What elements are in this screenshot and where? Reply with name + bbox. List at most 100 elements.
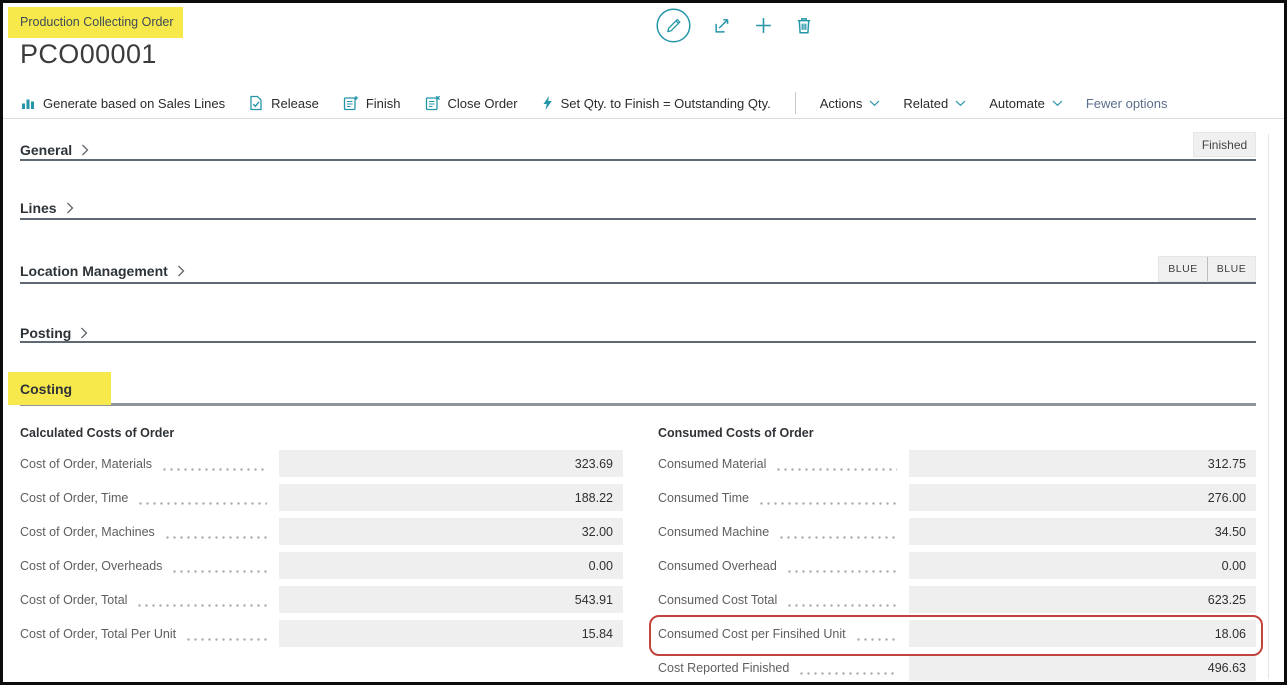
fewer-options-button[interactable]: Fewer options	[1086, 96, 1168, 111]
dotted-leader	[778, 536, 897, 539]
close-order-button[interactable]: Close Order	[424, 95, 518, 111]
dotted-leader	[185, 638, 267, 641]
release-button[interactable]: Release	[248, 95, 319, 111]
system-icon-bar	[656, 6, 813, 44]
dotted-leader	[775, 468, 897, 471]
field-row-cost-reported-finished: Cost Reported Finished 496.63	[658, 654, 1256, 681]
field-row-consumed-cost-per-finished-unit: Consumed Cost per Finsihed Unit 18.06	[658, 620, 1256, 647]
set-qty-to-finish-button[interactable]: Set Qty. to Finish = Outstanding Qty.	[541, 95, 771, 111]
field-label: Consumed Cost Total	[658, 593, 777, 607]
field-label: Cost of Order, Materials	[20, 457, 152, 471]
dotted-leader	[786, 570, 897, 573]
field-row-consumed-overhead: Consumed Overhead 0.00	[658, 552, 1256, 579]
generate-based-on-sales-lines-button[interactable]: Generate based on Sales Lines	[20, 95, 225, 111]
field-value[interactable]: 323.69	[279, 450, 623, 477]
field-value[interactable]: 0.00	[909, 552, 1256, 579]
section-rule	[20, 341, 1256, 343]
action-label: Generate based on Sales Lines	[43, 96, 225, 111]
field-value[interactable]: 188.22	[279, 484, 623, 511]
field-label: Consumed Overhead	[658, 559, 777, 573]
field-label: Cost Reported Finished	[658, 661, 789, 675]
costing-section-rule	[20, 403, 1256, 406]
document-check-icon	[248, 95, 264, 111]
section-header-location-management[interactable]: Location Management	[20, 263, 185, 279]
actions-menu[interactable]: Actions	[820, 96, 881, 111]
section-header-costing[interactable]: Costing	[20, 381, 72, 397]
consumed-costs-column: Consumed Material 312.75 Consumed Time 2…	[658, 450, 1256, 685]
location-badges: BLUE BLUE	[1158, 256, 1256, 282]
chevron-right-icon	[80, 327, 88, 339]
section-label: Costing	[20, 381, 72, 397]
field-value[interactable]: 32.00	[279, 518, 623, 545]
menu-label: Related	[903, 96, 948, 111]
field-label: Cost of Order, Machines	[20, 525, 155, 539]
field-value[interactable]: 18.06	[909, 620, 1256, 647]
dotted-leader	[171, 570, 267, 573]
group-heading-consumed-costs: Consumed Costs of Order	[658, 426, 814, 440]
section-rule	[20, 282, 1256, 284]
dotted-leader	[137, 502, 267, 505]
location-badge-blue: BLUE	[1159, 257, 1207, 281]
action-label: Finish	[366, 96, 401, 111]
automate-menu[interactable]: Automate	[989, 96, 1063, 111]
calculated-costs-column: Cost of Order, Materials 323.69 Cost of …	[20, 450, 623, 654]
field-row-cost-time: Cost of Order, Time 188.22	[20, 484, 623, 511]
section-label: Location Management	[20, 263, 168, 279]
action-bar-bottom-rule	[3, 118, 1284, 119]
field-value[interactable]: 0.00	[279, 552, 623, 579]
field-value[interactable]: 34.50	[909, 518, 1256, 545]
finish-button[interactable]: Finish	[342, 95, 401, 111]
clipboard-plus-icon	[342, 95, 359, 111]
share-icon[interactable]	[713, 16, 732, 35]
chevron-right-icon	[81, 144, 89, 156]
menu-label: Actions	[820, 96, 863, 111]
delete-trash-icon[interactable]	[795, 16, 813, 35]
dotted-leader	[136, 604, 267, 607]
chevron-down-icon	[955, 100, 966, 107]
field-row-cost-total: Cost of Order, Total 543.91	[20, 586, 623, 613]
action-bar-divider	[795, 92, 796, 114]
chevron-right-icon	[66, 202, 74, 214]
field-label: Consumed Cost per Finsihed Unit	[658, 627, 846, 641]
field-row-cost-machines: Cost of Order, Machines 32.00	[20, 518, 623, 545]
field-value[interactable]: 15.84	[279, 620, 623, 647]
group-heading-calculated-costs: Calculated Costs of Order	[20, 426, 174, 440]
section-rule	[20, 159, 1256, 161]
section-header-posting[interactable]: Posting	[20, 325, 88, 341]
section-label: Posting	[20, 325, 71, 341]
field-value[interactable]: 543.91	[279, 586, 623, 613]
dotted-leader	[786, 604, 897, 607]
action-bar: Generate based on Sales Lines Release Fi…	[20, 89, 1168, 117]
field-value[interactable]: 496.63	[909, 654, 1256, 681]
field-label: Cost of Order, Total Per Unit	[20, 627, 176, 641]
section-label: Lines	[20, 200, 57, 216]
page-title: PCO00001	[20, 39, 157, 70]
field-row-cost-materials: Cost of Order, Materials 323.69	[20, 450, 623, 477]
field-row-consumed-cost-total: Consumed Cost Total 623.25	[658, 586, 1256, 613]
section-header-general[interactable]: General	[20, 142, 89, 158]
field-label: Cost of Order, Time	[20, 491, 128, 505]
field-value[interactable]: 276.00	[909, 484, 1256, 511]
location-badge-blue: BLUE	[1207, 257, 1255, 281]
field-value[interactable]: 623.25	[909, 586, 1256, 613]
status-badge-finished: Finished	[1193, 132, 1256, 157]
dotted-leader	[161, 468, 267, 471]
dotted-leader	[798, 672, 897, 675]
field-label: Cost of Order, Overheads	[20, 559, 162, 573]
app-window: Production Collecting Order PCO00001	[0, 0, 1287, 685]
content-card-right-edge	[1268, 134, 1269, 679]
dotted-leader	[855, 638, 897, 641]
action-label: Set Qty. to Finish = Outstanding Qty.	[561, 96, 771, 111]
chevron-down-icon	[1052, 100, 1063, 107]
clipboard-close-icon	[424, 95, 441, 111]
edit-pencil-icon[interactable]	[656, 8, 691, 43]
add-new-icon[interactable]	[754, 16, 773, 35]
field-label: Cost of Order, Total	[20, 593, 127, 607]
chevron-right-icon	[177, 265, 185, 277]
field-value[interactable]: 312.75	[909, 450, 1256, 477]
section-header-lines[interactable]: Lines	[20, 200, 74, 216]
action-label: Close Order	[448, 96, 518, 111]
field-label: Consumed Machine	[658, 525, 769, 539]
related-menu[interactable]: Related	[903, 96, 966, 111]
field-row-consumed-material: Consumed Material 312.75	[658, 450, 1256, 477]
